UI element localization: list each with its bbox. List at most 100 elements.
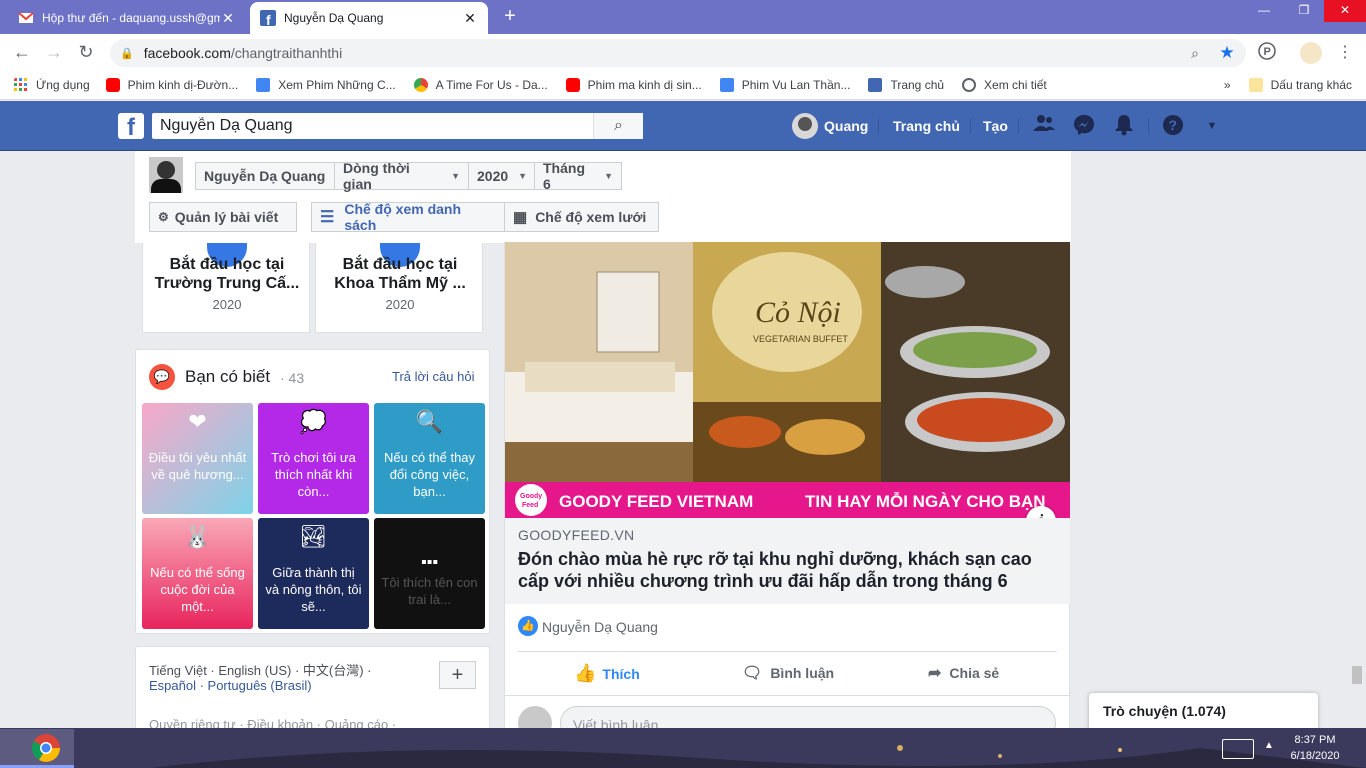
forward-button[interactable]: → — [42, 40, 66, 64]
view-selector[interactable]: Dòng thời gian ▼ — [334, 160, 469, 192]
account-menu-icon[interactable]: ▼ — [1200, 114, 1224, 138]
button-label: Quản lý bài viết — [174, 209, 279, 225]
language-list[interactable]: Español · Português (Brasil) — [149, 678, 312, 693]
folder-icon — [1248, 77, 1263, 92]
tile-text: Trò chơi tôi ưa thích nhất khi còn... — [271, 450, 356, 499]
answer-question-link[interactable]: Trả lời câu hỏi — [392, 369, 474, 384]
search-button[interactable]: ⌕ — [593, 113, 643, 139]
globe-icon — [962, 77, 977, 92]
bookmark-item[interactable]: Phim kinh dị-Đườn... — [105, 77, 238, 92]
heart-icon: ❤ — [188, 409, 207, 434]
share-button[interactable]: ➦ Chia sẻ — [928, 663, 999, 683]
bookmark-star-icon[interactable]: ★ — [1216, 42, 1238, 64]
minimize-button[interactable]: — — [1244, 0, 1284, 22]
life-event-year: 2020 — [212, 297, 242, 312]
bookmark-item[interactable]: Xem chi tiết — [962, 77, 1047, 92]
divider — [1018, 118, 1019, 134]
question-tile[interactable]: ▪▪▪ Tôi thích tên con trai là... — [374, 518, 485, 629]
url-domain: facebook.com — [143, 45, 231, 61]
home-link[interactable]: Trang chủ — [893, 116, 960, 136]
pinterest-icon[interactable]: P — [1256, 42, 1278, 64]
bookmark-item[interactable]: Phim ma kinh dị sin... — [565, 77, 702, 92]
address-bar[interactable]: 🔒 facebook.com/changtraithanhthi — [110, 39, 1246, 67]
page-scrollbar[interactable] — [1350, 151, 1366, 736]
life-event-card[interactable]: Bắt đầu học tại Khoa Thẩm Mỹ ... 2020 — [315, 243, 483, 333]
film-icon — [719, 77, 734, 92]
close-tab-icon[interactable]: ✕ — [462, 10, 478, 27]
create-link[interactable]: Tạo — [983, 116, 1008, 136]
profile-thumbnail[interactable] — [149, 157, 183, 193]
month-selector[interactable]: Tháng 6 ▼ — [534, 160, 622, 192]
name-selector[interactable]: Nguyễn Dạ Quang — [195, 162, 335, 190]
svg-text:?: ? — [1169, 117, 1178, 133]
scrollbar-thumb[interactable] — [1352, 666, 1362, 684]
bookmark-item[interactable]: Xem Phim Những C... — [256, 77, 396, 92]
messenger-icon[interactable] — [1072, 114, 1096, 138]
bookmark-item[interactable]: Trang chủ — [868, 77, 944, 92]
add-language-button[interactable]: + — [439, 661, 476, 689]
svg-text:P: P — [1264, 46, 1271, 58]
bookmark-apps[interactable]: Ứng dụng — [14, 77, 90, 92]
dropdown-caret-icon: ▼ — [451, 171, 460, 181]
new-tab-button[interactable]: + — [498, 4, 522, 28]
tab-facebook[interactable]: f Nguyễn Dạ Quang ✕ — [250, 2, 488, 34]
chat-bar[interactable]: Trò chuyện (1.074) — [1089, 693, 1318, 733]
year-selector[interactable]: 2020 ▼ — [468, 162, 535, 190]
facebook-logo[interactable]: f — [118, 113, 144, 139]
ad-brand: GOODY FEED VIETNAM — [559, 492, 753, 511]
friend-requests-icon[interactable] — [1032, 114, 1056, 138]
other-bookmarks[interactable]: Dấu trang khác — [1248, 77, 1352, 92]
apps-grid-icon — [14, 77, 27, 91]
life-event-card[interactable]: Bắt đầu học tại Trường Trung Cấ... 2020 — [142, 243, 310, 333]
divider — [518, 651, 1057, 652]
did-you-know-count: · 43 — [280, 370, 305, 386]
windows-taskbar — [0, 728, 1366, 768]
facebook-icon: f — [260, 10, 276, 26]
keyboard-icon[interactable] — [1222, 739, 1254, 759]
bookmark-label: Xem Phim Những C... — [278, 77, 396, 92]
bookmark-item[interactable]: A Time For Us - Da... — [413, 77, 548, 92]
divider — [505, 695, 1070, 696]
help-icon[interactable]: ? — [1161, 114, 1185, 138]
taskbar-clock[interactable]: 8:37 PM 6/18/2020 — [1280, 732, 1350, 764]
back-button[interactable]: ← — [10, 40, 34, 64]
bookmarks-overflow-button[interactable]: » — [1224, 78, 1231, 92]
chrome-taskbar-button[interactable] — [0, 729, 74, 768]
close-window-button[interactable]: ✕ — [1324, 0, 1366, 22]
question-tile[interactable]: ❤ Điều tôi yêu nhất về quê hương... — [142, 403, 253, 514]
close-tab-icon[interactable]: ✕ — [220, 10, 236, 27]
tab-gmail[interactable]: Hộp thư đến - daquang.ussh@gmail.com ✕ — [8, 2, 246, 34]
link-headline[interactable]: Đón chào mùa hè rực rỡ tại khu nghỉ dưỡn… — [518, 548, 1058, 592]
like-button[interactable]: 👍 Thích — [574, 663, 640, 684]
question-tile[interactable]: 🏞 Giữa thành thị và nông thôn, tôi sẽ... — [258, 518, 369, 629]
url-path: /changtraithanhthi — [230, 45, 343, 61]
zoom-icon[interactable]: ⌕ — [1184, 42, 1206, 64]
button-label: Bình luận — [770, 665, 835, 681]
profile-link[interactable]: Quang — [824, 116, 868, 136]
ad-image[interactable]: Cỏ Nội VEGETARIAN BUFFET Goody Feed GOOD… — [505, 242, 1070, 518]
grid-view-button[interactable]: ▦ Chế độ xem lưới — [504, 202, 659, 232]
question-tile[interactable]: 🔍 Nếu có thể thay đổi công việc, bạn... — [374, 403, 485, 514]
question-tile[interactable]: 💭 Trò chơi tôi ưa thích nhất khi còn... — [258, 403, 369, 514]
gmail-icon — [18, 12, 34, 23]
selector-label: Nguyễn Dạ Quang — [204, 168, 326, 184]
reload-button[interactable]: ↻ — [74, 40, 98, 64]
youtube-icon — [105, 77, 120, 92]
language-list[interactable]: Tiếng Việt · English (US) · 中文(台灣) · — [149, 660, 372, 679]
divider — [970, 118, 971, 134]
comment-button[interactable]: 🗨 Bình luận — [742, 663, 834, 683]
menu-kebab-icon[interactable]: ⋮ — [1334, 42, 1356, 64]
profile-avatar-icon[interactable] — [1300, 42, 1322, 64]
manage-posts-button[interactable]: ⚙ Quản lý bài viết — [149, 202, 297, 232]
question-tile[interactable]: 🐰 Nếu có thể sống cuộc đời của một... — [142, 518, 253, 629]
liker-name[interactable]: Nguyễn Dạ Quang — [542, 619, 658, 635]
clock-time: 8:37 PM — [1294, 734, 1336, 746]
dropdown-caret-icon: ▼ — [518, 171, 528, 181]
tray-chevron-icon[interactable]: ▲ — [1264, 740, 1274, 751]
list-view-button[interactable]: ☰ Chế độ xem danh sách — [311, 201, 505, 233]
avatar[interactable] — [792, 113, 818, 139]
maximize-button[interactable]: ❐ — [1284, 0, 1324, 22]
bookmark-item[interactable]: Phim Vu Lan Thần... — [719, 77, 850, 92]
search-input[interactable] — [152, 114, 593, 138]
notifications-bell-icon[interactable] — [1112, 114, 1136, 138]
